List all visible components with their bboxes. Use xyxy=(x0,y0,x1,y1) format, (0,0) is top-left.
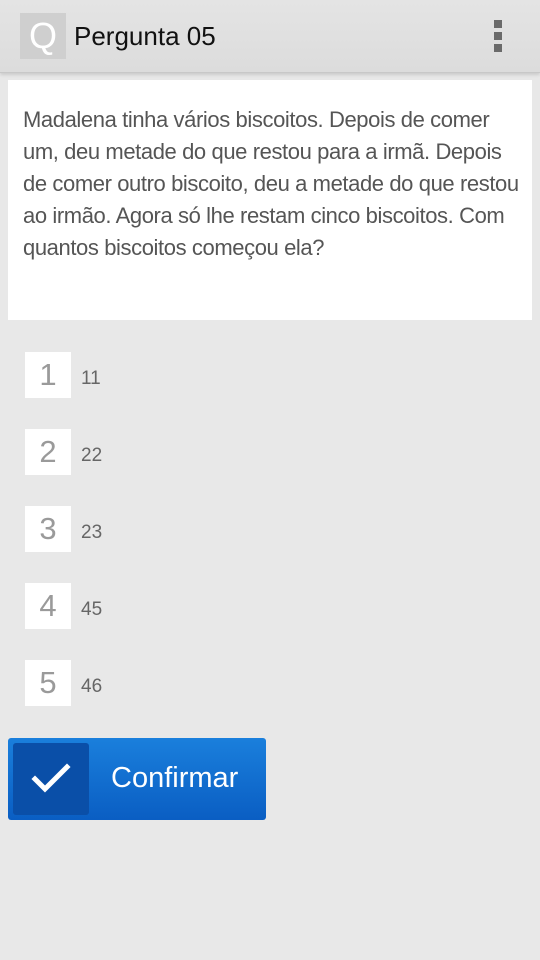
answer-option-3[interactable]: 3 23 xyxy=(25,506,225,552)
page-title: Pergunta 05 xyxy=(74,21,216,51)
option-value[interactable]: 46 xyxy=(81,676,102,698)
answer-option-2[interactable]: 2 22 xyxy=(25,429,225,475)
app-icon[interactable]: Q xyxy=(20,13,66,59)
confirm-button[interactable]: Confirmar xyxy=(8,738,266,820)
option-value[interactable]: 22 xyxy=(81,445,102,467)
question-text: Madalena tinha vários biscoitos. Depois … xyxy=(23,107,519,260)
overflow-dot xyxy=(494,44,502,52)
answer-option-5[interactable]: 5 46 xyxy=(25,660,225,706)
overflow-dot xyxy=(494,32,502,40)
option-value[interactable]: 11 xyxy=(81,368,101,390)
option-number[interactable]: 2 xyxy=(25,429,71,475)
answer-option-4[interactable]: 4 45 xyxy=(25,583,225,629)
confirm-label: Confirmar xyxy=(111,762,239,794)
option-number[interactable]: 5 xyxy=(25,660,71,706)
overflow-menu-icon[interactable] xyxy=(486,20,510,54)
option-number[interactable]: 3 xyxy=(25,506,71,552)
action-bar: Q Pergunta 05 xyxy=(0,0,540,73)
option-number[interactable]: 1 xyxy=(25,352,71,398)
question-card: Madalena tinha vários biscoitos. Depois … xyxy=(8,80,532,320)
option-number[interactable]: 4 xyxy=(25,583,71,629)
answer-option-1[interactable]: 1 11 xyxy=(25,352,225,398)
overflow-dot xyxy=(494,20,502,28)
checkmark-icon xyxy=(13,743,89,815)
option-value[interactable]: 23 xyxy=(81,522,102,544)
option-value[interactable]: 45 xyxy=(81,599,102,621)
